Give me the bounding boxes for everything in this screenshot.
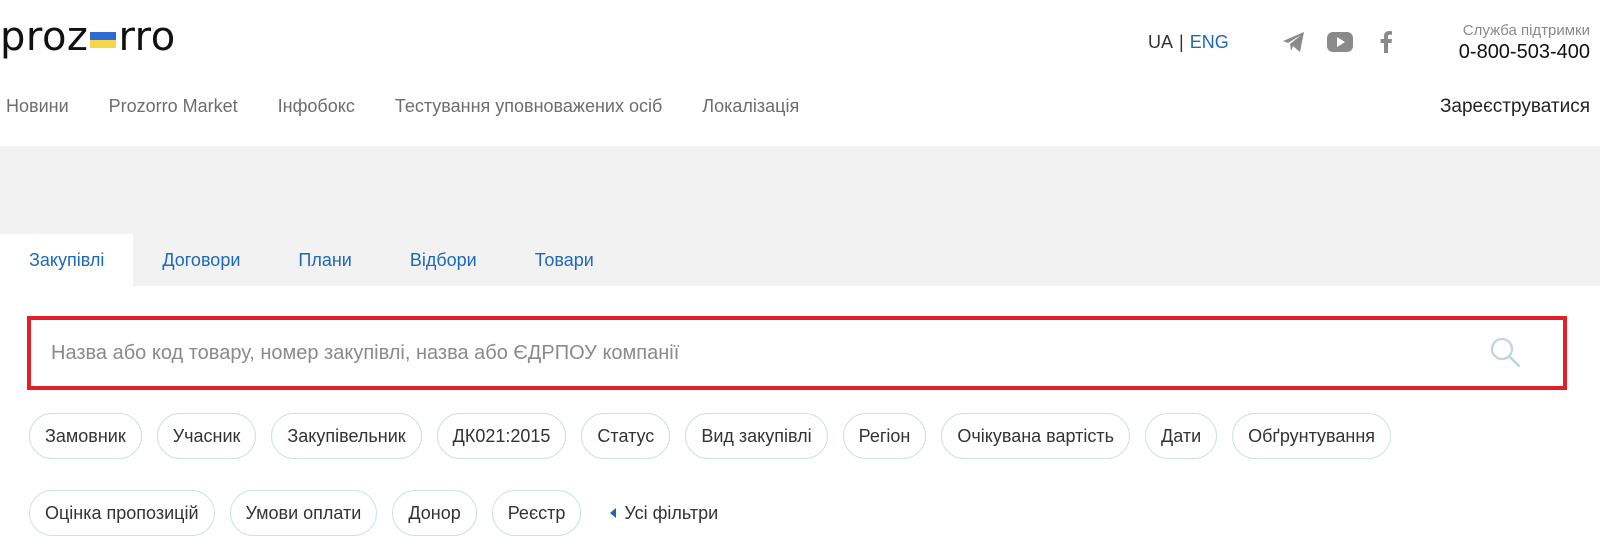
filter-chip[interactable]: ДК021:2015	[436, 413, 567, 459]
lang-ua-link[interactable]: UA	[1148, 32, 1173, 53]
filter-chip[interactable]: Оцінка пропозицій	[29, 490, 215, 536]
ukraine-flag-icon	[90, 32, 117, 48]
nav-item-infobox[interactable]: Інфобокс	[278, 96, 355, 117]
filter-chip[interactable]: Дати	[1145, 413, 1218, 459]
youtube-icon[interactable]	[1326, 28, 1354, 56]
filter-chip[interactable]: Очікувана вартість	[941, 413, 1131, 459]
tab-tenders[interactable]: Закупівлі	[0, 234, 134, 286]
social-links	[1280, 28, 1400, 56]
all-filters-label: Усі фільтри	[624, 502, 719, 523]
language-switcher: UA | ENG	[1148, 32, 1229, 53]
main-nav: Новини Prozorro Market Інфобокс Тестуван…	[6, 96, 799, 117]
filter-chip[interactable]: Статус	[581, 413, 671, 459]
prozorro-logo[interactable]: proz rro	[0, 12, 176, 62]
logo-text-left: proz	[0, 14, 89, 60]
filter-chip[interactable]: Умови оплати	[229, 490, 378, 536]
site-header: proz rro UA | ENG Служба підтримки 0-800…	[0, 0, 1600, 146]
tab-goods[interactable]: Товари	[506, 234, 623, 286]
facebook-icon[interactable]	[1372, 28, 1400, 56]
filter-chip[interactable]: Замовник	[29, 413, 142, 459]
caret-left-icon	[610, 508, 617, 518]
search-icon[interactable]	[1489, 336, 1523, 370]
search-input[interactable]	[31, 320, 1489, 386]
nav-item-prozorro-market[interactable]: Prozorro Market	[109, 96, 238, 117]
search-box	[27, 316, 1567, 390]
filter-chip[interactable]: Вид закупівлі	[685, 413, 828, 459]
support-phone[interactable]: 0-800-503-400	[1459, 41, 1590, 64]
support-label: Служба підтримки	[1462, 22, 1590, 39]
support-block: Служба підтримки 0-800-503-400	[1459, 22, 1590, 64]
lang-eng-link[interactable]: ENG	[1190, 32, 1229, 53]
nav-item-news[interactable]: Новини	[6, 96, 69, 117]
nav-item-localization[interactable]: Локалізація	[702, 96, 799, 117]
filter-chips-row-2: Оцінка пропозицій Умови оплати Донор Реє…	[29, 490, 1589, 536]
filter-chip[interactable]: Обґрунтування	[1232, 413, 1392, 459]
all-filters-toggle[interactable]: Усі фільтри	[610, 503, 718, 524]
search-tabs: Закупівлі Договори Плани Відбори Товари	[0, 234, 623, 286]
filter-chips-row-1: Замовник Учасник Закупівельник ДК021:201…	[29, 413, 1589, 459]
lang-separator: |	[1179, 32, 1184, 52]
tab-contracts[interactable]: Договори	[133, 234, 269, 286]
filter-chip[interactable]: Донор	[392, 490, 477, 536]
tab-selections[interactable]: Відбори	[381, 234, 506, 286]
nav-item-testing[interactable]: Тестування уповноважених осіб	[395, 96, 662, 117]
logo-text-right: rro	[118, 14, 176, 60]
filter-chip[interactable]: Регіон	[842, 413, 927, 459]
filter-chip[interactable]: Реєстр	[491, 490, 582, 536]
register-link[interactable]: Зареєструватися	[1440, 96, 1590, 118]
telegram-icon[interactable]	[1280, 28, 1308, 56]
filter-chip[interactable]: Закупівельник	[271, 413, 422, 459]
filter-chip[interactable]: Учасник	[156, 413, 257, 459]
tab-plans[interactable]: Плани	[269, 234, 380, 286]
